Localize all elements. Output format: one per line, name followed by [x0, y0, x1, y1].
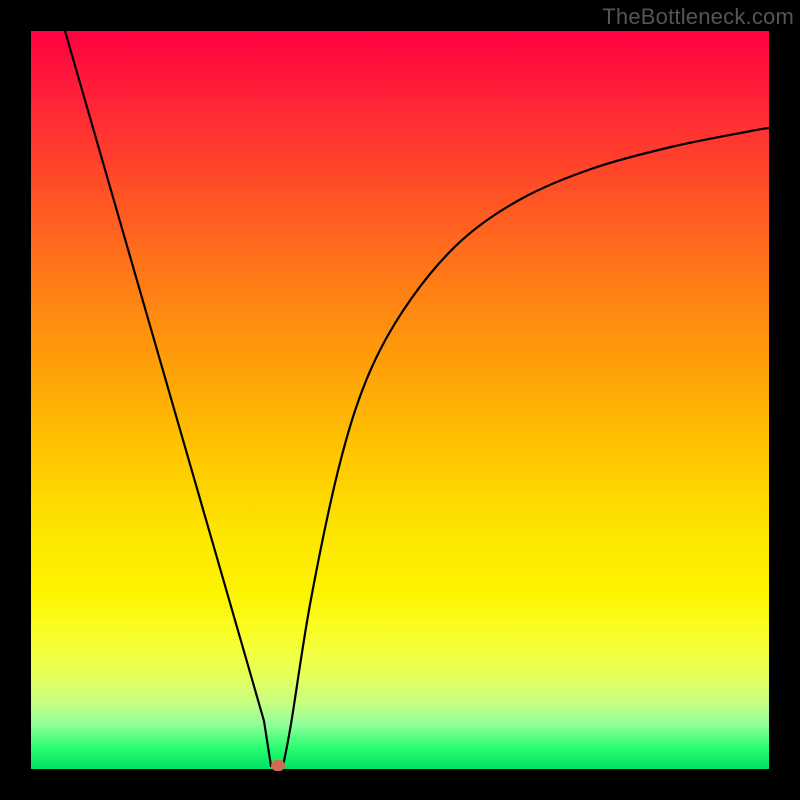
watermark-text: TheBottleneck.com — [602, 4, 794, 30]
bottleneck-curve — [31, 31, 769, 769]
chart-frame: TheBottleneck.com — [0, 0, 800, 800]
minimum-marker — [271, 760, 285, 771]
plot-area — [31, 31, 769, 769]
curve-path — [65, 31, 769, 766]
